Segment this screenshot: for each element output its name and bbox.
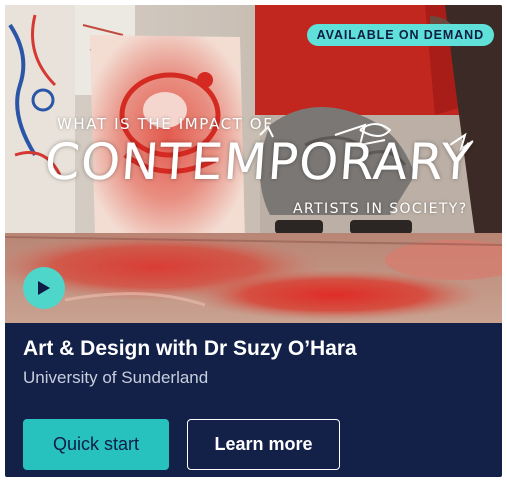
availability-badge: AVAILABLE ON DEMAND bbox=[306, 24, 494, 46]
course-info-panel: Art & Design with Dr Suzy O’Hara Univers… bbox=[5, 323, 502, 477]
course-card[interactable]: WHAT IS THE IMPACT OF CONTEMPORARY ARTIS… bbox=[5, 5, 502, 477]
hero-image[interactable]: WHAT IS THE IMPACT OF CONTEMPORARY ARTIS… bbox=[5, 5, 502, 323]
hero-title-line-1: WHAT IS THE IMPACT OF bbox=[57, 115, 274, 133]
hero-title-line-2: CONTEMPORARY bbox=[42, 133, 475, 191]
course-title[interactable]: Art & Design with Dr Suzy O’Hara bbox=[23, 337, 357, 361]
play-button[interactable] bbox=[23, 267, 65, 309]
play-icon bbox=[38, 281, 50, 295]
course-provider: University of Sunderland bbox=[23, 368, 209, 387]
quick-start-button[interactable]: Quick start bbox=[23, 419, 169, 470]
hero-title-line-3: ARTISTS IN SOCIETY? bbox=[293, 201, 468, 217]
learn-more-button[interactable]: Learn more bbox=[187, 419, 340, 470]
